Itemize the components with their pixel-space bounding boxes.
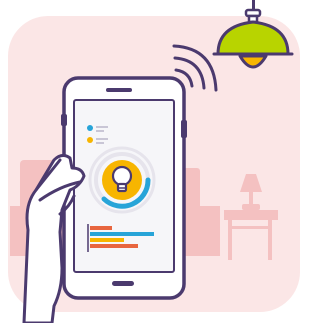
legend-dot-yellow bbox=[87, 137, 93, 143]
bar-3 bbox=[90, 238, 124, 242]
home-button[interactable] bbox=[112, 281, 134, 286]
bar-4 bbox=[90, 244, 138, 248]
legend-dot-blue bbox=[87, 125, 93, 131]
bar-1 bbox=[90, 226, 112, 230]
bar-2 bbox=[90, 232, 154, 236]
illustration-svg bbox=[8, 0, 300, 323]
illustration bbox=[0, 0, 306, 323]
